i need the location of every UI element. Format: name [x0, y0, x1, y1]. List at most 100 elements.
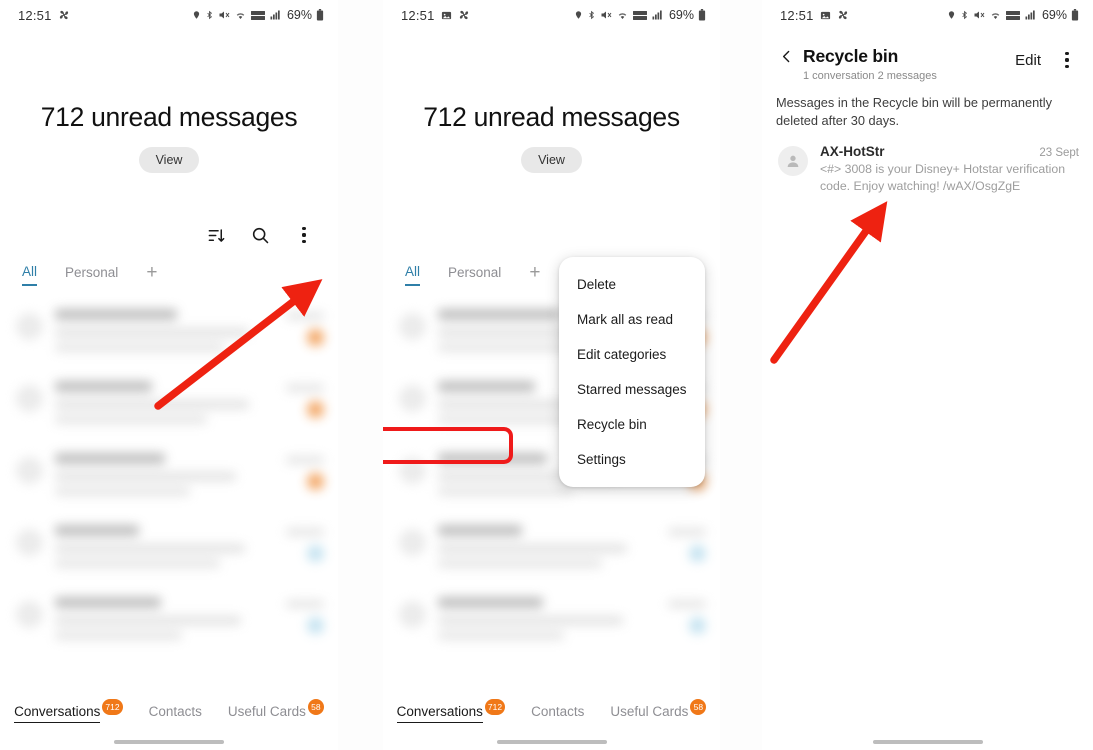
message-body: AX-HotStr 23 Sept <#> 3008 is your Disne…: [820, 144, 1079, 195]
page-subtitle: 1 conversation 2 messages: [803, 70, 937, 82]
status-badge: 712: [102, 699, 123, 715]
list-item[interactable]: [383, 512, 720, 584]
list-item[interactable]: [0, 512, 338, 584]
status-time: 12:51: [401, 7, 435, 23]
bluetooth-icon: [205, 9, 214, 21]
battery-percent: 69%: [668, 8, 694, 22]
menu-item-settings[interactable]: Settings: [559, 442, 705, 477]
status-bar: 12:51 69%: [383, 0, 720, 30]
avatar: [399, 457, 426, 484]
bottom-nav-label: Useful Cards: [610, 704, 689, 719]
signal-icon: [651, 9, 664, 21]
unread-banner: 712 unread messages View: [0, 30, 338, 173]
avatar: [16, 313, 43, 340]
category-tab-personal[interactable]: Personal: [65, 265, 118, 285]
status-bar-left: 12:51: [780, 8, 849, 23]
mute-icon: [600, 9, 612, 21]
bluetooth-icon: [960, 9, 969, 21]
unread-title: 712 unread messages: [423, 102, 680, 132]
fan-icon: [458, 9, 470, 21]
unread-banner: 712 unread messages View: [383, 30, 720, 173]
add-category-button[interactable]: +: [529, 263, 540, 286]
list-item[interactable]: [0, 296, 338, 368]
search-icon[interactable]: [248, 223, 272, 247]
panel-divider-1: [338, 0, 383, 750]
panel-messages-home: 12:51 69% 712 unread messages View All P…: [0, 0, 338, 750]
bottom-nav-useful-cards[interactable]: Useful Cards 58: [228, 699, 324, 722]
category-tab-personal[interactable]: Personal: [448, 265, 501, 285]
bottom-nav-contacts[interactable]: Contacts: [531, 704, 584, 722]
panel-menu-open: 12:51 69% 712 unread messages View All P…: [383, 0, 720, 750]
bottom-nav-conversations[interactable]: Conversations 712: [396, 699, 506, 723]
menu-item-mark-all-as-read[interactable]: Mark all as read: [559, 302, 705, 337]
bottom-nav-label: Conversations: [14, 704, 101, 723]
more-vertical-icon[interactable]: [292, 223, 316, 247]
message-date: 23 Sept: [1039, 147, 1079, 160]
list-item[interactable]: [383, 584, 720, 656]
view-unread-button[interactable]: View: [138, 147, 200, 173]
more-vertical-icon[interactable]: [1055, 48, 1079, 72]
screenshot-stage: 12:51 69% 712 unread messages View All P…: [0, 0, 1093, 750]
status-badge: 58: [307, 699, 324, 715]
view-unread-button[interactable]: View: [521, 147, 582, 173]
conversation-list-redacted: [0, 296, 338, 656]
battery-percent: 69%: [286, 8, 312, 22]
mute-icon: [973, 9, 985, 21]
list-item[interactable]: [0, 584, 338, 656]
category-tab-all[interactable]: All: [22, 264, 38, 286]
image-icon: [441, 10, 452, 21]
arrow-to-recycle-bin-message: [770, 201, 888, 364]
fan-icon: [837, 9, 849, 21]
message-preview: <#> 3008 is your Disney+ Hotstar verific…: [820, 162, 1066, 194]
image-icon: [820, 10, 831, 21]
category-tabs: All Personal +: [0, 253, 338, 286]
menu-item-edit-categories[interactable]: Edit categories: [559, 337, 705, 372]
recycle-bin-titles: Recycle bin 1 conversation 2 messages: [803, 46, 1015, 82]
bottom-nav-contacts[interactable]: Contacts: [149, 704, 202, 722]
status-bar-left: 12:51: [401, 8, 470, 23]
add-category-button[interactable]: +: [146, 263, 157, 286]
menu-item-recycle-bin[interactable]: Recycle bin: [559, 407, 705, 442]
list-item[interactable]: [0, 440, 338, 512]
signal-icon: [269, 9, 282, 21]
bottom-nav-label: Contacts: [531, 704, 585, 719]
status-bar-left: 12:51: [18, 8, 70, 23]
volte-icon: [250, 10, 265, 21]
volte-icon: [1005, 10, 1020, 21]
mute-icon: [218, 9, 230, 21]
message-row[interactable]: AX-HotStr 23 Sept <#> 3008 is your Disne…: [762, 130, 1093, 195]
menu-item-delete[interactable]: Delete: [559, 267, 705, 302]
sort-icon[interactable]: [204, 223, 228, 247]
avatar: [16, 457, 43, 484]
recycle-bin-header: Recycle bin 1 conversation 2 messages Ed…: [762, 30, 1093, 82]
category-tab-all[interactable]: All: [405, 264, 421, 286]
wifi-icon: [989, 9, 1002, 21]
bottom-navigation: Conversations 712 Contacts Useful Cards …: [383, 696, 720, 750]
chevron-left-icon[interactable]: [776, 46, 803, 65]
bottom-nav-conversations[interactable]: Conversations 712: [14, 699, 123, 723]
status-bar: 12:51 69%: [762, 0, 1093, 30]
wifi-icon: [616, 9, 629, 21]
status-time: 12:51: [780, 7, 814, 23]
avatar: [778, 146, 808, 177]
volte-icon: [632, 10, 647, 21]
battery-icon: [698, 9, 706, 21]
bluetooth-icon: [587, 9, 596, 21]
location-icon: [574, 9, 583, 21]
battery-percent: 69%: [1041, 8, 1067, 22]
status-bar-right: 69%: [574, 8, 706, 22]
unread-title: 712 unread messages: [40, 102, 298, 132]
bottom-nav-useful-cards[interactable]: Useful Cards 58: [610, 699, 707, 722]
wifi-icon: [234, 9, 247, 21]
bottom-gesture-area: [762, 736, 1093, 750]
avatar: [399, 529, 426, 556]
overflow-menu: Delete Mark all as read Edit categories …: [559, 257, 705, 487]
list-item[interactable]: [0, 368, 338, 440]
avatar: [399, 313, 426, 340]
gesture-bar: [872, 740, 983, 744]
retention-notice: Messages in the Recycle bin will be perm…: [776, 95, 1052, 129]
edit-button[interactable]: Edit: [1015, 52, 1041, 69]
menu-item-starred-messages[interactable]: Starred messages: [559, 372, 705, 407]
fan-icon: [58, 9, 70, 21]
bottom-nav-label: Conversations: [396, 704, 483, 723]
